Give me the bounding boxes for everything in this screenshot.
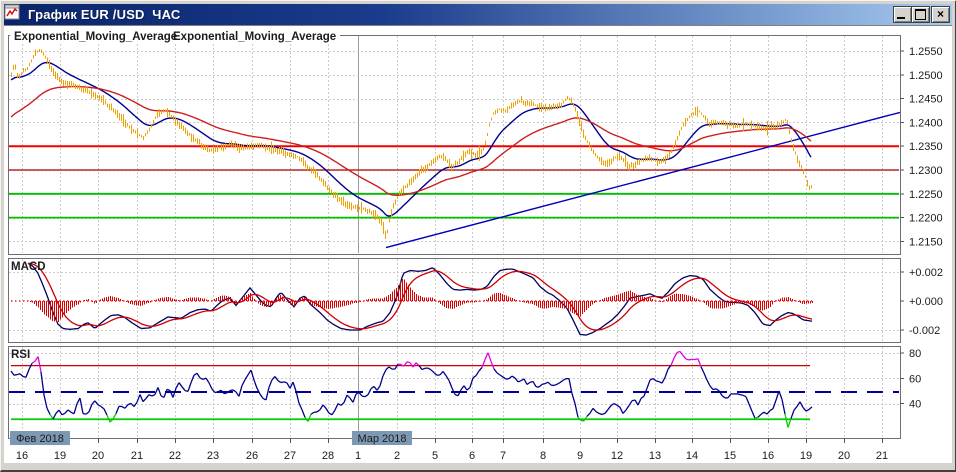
month-badge-label: Мар 2018 xyxy=(357,433,406,445)
macd-axis-label: -0.002 xyxy=(909,325,940,337)
price-axis-label: 1.2400 xyxy=(909,117,943,129)
date-axis-label: 13 xyxy=(649,450,661,462)
date-axis-label: 19 xyxy=(54,450,66,462)
date-axis-label: 16 xyxy=(762,450,774,462)
date-axis-label: 8 xyxy=(540,450,546,462)
price-axis-label: 1.2500 xyxy=(909,70,943,82)
date-axis-label: 2 xyxy=(394,450,400,462)
main-panel-border xyxy=(9,36,901,255)
price-axis-label: 1.2350 xyxy=(909,141,943,153)
panel-grids xyxy=(9,36,899,437)
macd-axis-label: +0.002 xyxy=(909,267,943,279)
rsi-axis-label: 60 xyxy=(909,373,921,385)
legend-ema-fast: Exponential_Moving_Average xyxy=(14,31,177,43)
macd-axis-label: +0.000 xyxy=(909,296,943,308)
date-axis-label: 5 xyxy=(432,450,438,462)
price-panel xyxy=(9,63,900,248)
macd-panel xyxy=(11,263,812,335)
date-axis-label: 28 xyxy=(322,450,334,462)
date-axis-label: 15 xyxy=(724,450,736,462)
date-axis-label: 6 xyxy=(469,450,475,462)
date-axis-label: 1 xyxy=(355,450,361,462)
date-axis-label: 27 xyxy=(284,450,296,462)
date-axis-label: 20 xyxy=(92,450,104,462)
date-axis-label: 9 xyxy=(577,450,583,462)
price-axis-label: 1.2150 xyxy=(909,236,943,248)
app-window: { "window": { "title": "График EUR /USD … xyxy=(0,0,956,471)
macd-panel-border xyxy=(9,259,901,343)
macd-panel-label: MACD xyxy=(11,261,46,273)
month-badge-label: Фев 2018 xyxy=(16,433,64,445)
date-axis-label: 19 xyxy=(800,450,812,462)
rsi-axis-label: 40 xyxy=(909,399,921,411)
date-axis-label: 14 xyxy=(686,450,698,462)
date-axis-label: 26 xyxy=(246,450,258,462)
legend-ema-slow: Exponential_Moving_Average xyxy=(173,31,336,43)
date-axis-label: 23 xyxy=(207,450,219,462)
price-axis-label: 1.2250 xyxy=(909,189,943,201)
trend-line xyxy=(386,112,900,247)
date-axis-label: 20 xyxy=(838,450,850,462)
rsi-axis-label: 80 xyxy=(909,348,921,360)
price-axis-label: 1.2450 xyxy=(909,94,943,106)
date-axis-label: 7 xyxy=(500,450,506,462)
rsi-line xyxy=(11,351,812,427)
macd-histogram xyxy=(31,279,813,322)
chart-canvas[interactable]: 1.2550 1.2500 1.2450 1.2400 1.2350 1.2300 1.22… xyxy=(0,0,956,471)
price-axis-label: 1.2550 xyxy=(909,46,943,58)
price-axis-label: 1.2300 xyxy=(909,165,943,177)
price-axis-label: 1.2200 xyxy=(909,213,943,225)
date-axis-label: 22 xyxy=(169,450,181,462)
date-axis-label: 12 xyxy=(611,450,623,462)
date-axis-label: 21 xyxy=(876,450,888,462)
rsi-panel-label: RSI xyxy=(11,349,30,361)
date-axis-label: 16 xyxy=(16,450,28,462)
date-axis-label: 21 xyxy=(131,450,143,462)
